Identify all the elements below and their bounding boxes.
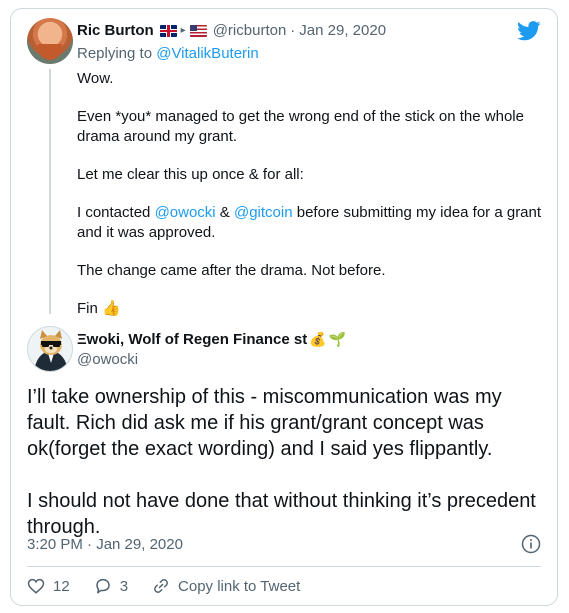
tweet-paragraph: I contacted @owocki & @gitcoin before su… xyxy=(77,203,547,243)
like-count: 12 xyxy=(53,577,70,595)
text-segment: & xyxy=(215,204,234,221)
seedling-icon: 🌱 xyxy=(328,331,347,347)
main-tweet-text: I’ll take ownership of this - miscommuni… xyxy=(27,384,547,540)
author-handle[interactable]: @ricburton xyxy=(213,22,287,39)
tweet-paragraph: Fin 👍 xyxy=(77,299,547,319)
copy-link-button[interactable]: Copy link to Tweet xyxy=(152,577,300,595)
separator-dot: · xyxy=(290,22,296,39)
info-icon[interactable] xyxy=(521,534,541,554)
copy-link-label: Copy link to Tweet xyxy=(178,577,301,595)
us-flag-icon xyxy=(189,24,207,37)
tweet-embed-card: Ric Burton ▸ @ricburton · Jan 29, 2020 R… xyxy=(10,8,558,606)
uk-flag-icon xyxy=(159,24,177,37)
thread-connector-line xyxy=(49,69,51,314)
reply-button[interactable]: 3 xyxy=(94,577,128,595)
text-segment: I contacted xyxy=(77,204,155,221)
twitter-bird-icon[interactable] xyxy=(517,21,541,41)
author-name[interactable]: Ξwoki, Wolf of Regen Finance st xyxy=(77,331,307,348)
heart-icon xyxy=(27,578,45,594)
replying-to: Replying to @VitalikButerin xyxy=(77,45,259,62)
tweet-paragraph: The change came after the drama. Not bef… xyxy=(77,262,386,279)
tweet-date[interactable]: Jan 29, 2020 xyxy=(299,22,386,39)
tweet-paragraph: Let me clear this up once & for all: xyxy=(77,166,304,183)
parent-tweet-header: Ric Burton ▸ @ricburton · Jan 29, 2020 xyxy=(77,22,386,39)
like-button[interactable]: 12 xyxy=(27,577,70,595)
author-name[interactable]: Ric Burton xyxy=(77,22,154,39)
main-tweet-header: Ξwoki, Wolf of Regen Finance st 💰 🌱 xyxy=(77,331,346,348)
replying-to-prefix: Replying to xyxy=(77,45,153,62)
avatar[interactable] xyxy=(27,326,73,372)
author-handle[interactable]: @owocki xyxy=(77,351,138,368)
tweet-paragraph: Wow. xyxy=(77,70,114,87)
thumbs-up-icon: 👍 xyxy=(102,300,121,317)
mention-link[interactable]: @gitcoin xyxy=(234,204,293,221)
reply-icon xyxy=(95,578,110,594)
tweet-paragraph: I’ll take ownership of this - miscommuni… xyxy=(27,386,502,460)
reply-count: 3 xyxy=(119,577,129,595)
link-icon xyxy=(154,579,168,593)
avatar-beard xyxy=(38,44,62,60)
replying-to-mention[interactable]: @VitalikButerin xyxy=(156,45,259,62)
tweet-actions: 12 3 Copy link to Tweet xyxy=(27,574,300,598)
avatar[interactable] xyxy=(27,18,73,64)
doge-avatar-icon xyxy=(28,327,72,371)
arrow-icon: ▸ xyxy=(180,25,186,36)
divider xyxy=(27,566,541,567)
tweet-paragraph: Even *you* managed to get the wrong end … xyxy=(77,108,524,145)
tweet-paragraph: I should not have done that without thin… xyxy=(27,490,536,538)
money-bag-icon: 💰 xyxy=(309,331,327,347)
tweet-timestamp[interactable]: 3:20 PM · Jan 29, 2020 xyxy=(27,536,183,553)
parent-tweet-text: Wow. Even *you* managed to get the wrong… xyxy=(77,69,547,319)
text-segment: Fin xyxy=(77,300,98,317)
mention-link[interactable]: @owocki xyxy=(155,204,216,221)
